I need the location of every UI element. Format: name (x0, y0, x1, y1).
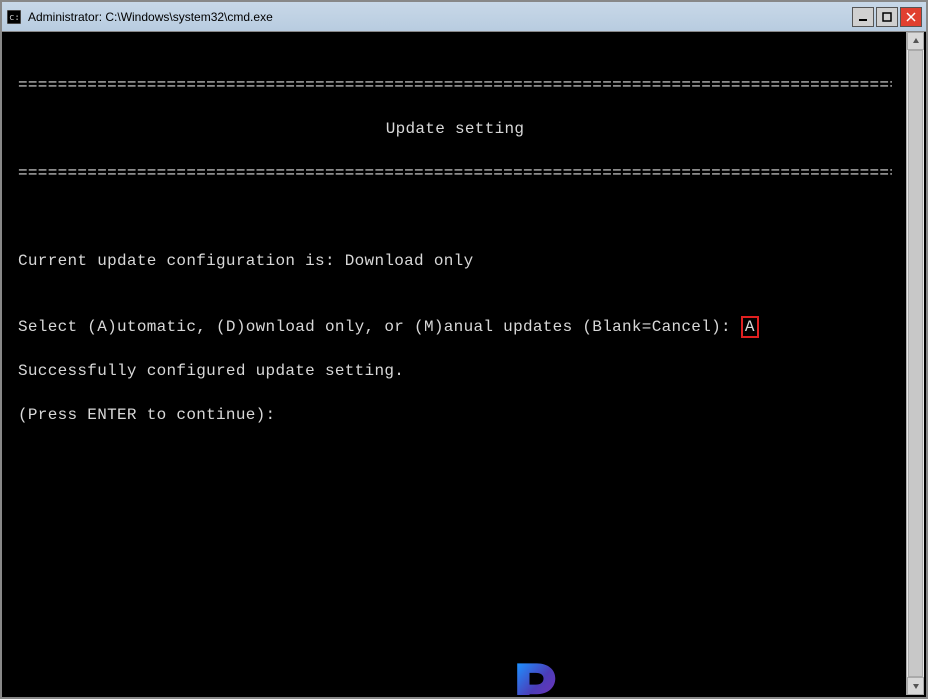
divider-bottom: ========================================… (18, 162, 892, 184)
continue-line: (Press ENTER to continue): (18, 404, 892, 426)
user-input-highlight: A (741, 316, 759, 338)
minimize-button[interactable] (852, 7, 874, 27)
prompt-text: Select (A)utomatic, (D)ownload only, or … (18, 318, 741, 336)
config-status-line: Current update configuration is: Downloa… (18, 250, 892, 272)
vertical-scrollbar[interactable] (906, 32, 924, 695)
svg-text:c:: c: (9, 13, 20, 23)
window-controls (852, 7, 922, 27)
cmd-icon: c: (6, 9, 22, 25)
scroll-track[interactable] (907, 50, 924, 677)
success-line: Successfully configured update setting. (18, 360, 892, 382)
cmd-window: c: Administrator: C:\Windows\system32\cm… (0, 0, 928, 699)
content-area: ========================================… (4, 32, 924, 695)
maximize-button[interactable] (876, 7, 898, 27)
close-button[interactable] (900, 7, 922, 27)
window-title: Administrator: C:\Windows\system32\cmd.e… (28, 10, 852, 24)
scroll-thumb[interactable] (908, 50, 923, 677)
terminal-output[interactable]: ========================================… (4, 32, 906, 695)
scroll-down-button[interactable] (907, 677, 924, 695)
prompt-line: Select (A)utomatic, (D)ownload only, or … (18, 316, 892, 338)
divider-top: ========================================… (18, 74, 892, 96)
titlebar[interactable]: c: Administrator: C:\Windows\system32\cm… (2, 2, 926, 32)
watermark-logo (427, 633, 483, 689)
section-header: Update setting (18, 118, 892, 140)
scroll-up-button[interactable] (907, 32, 924, 50)
